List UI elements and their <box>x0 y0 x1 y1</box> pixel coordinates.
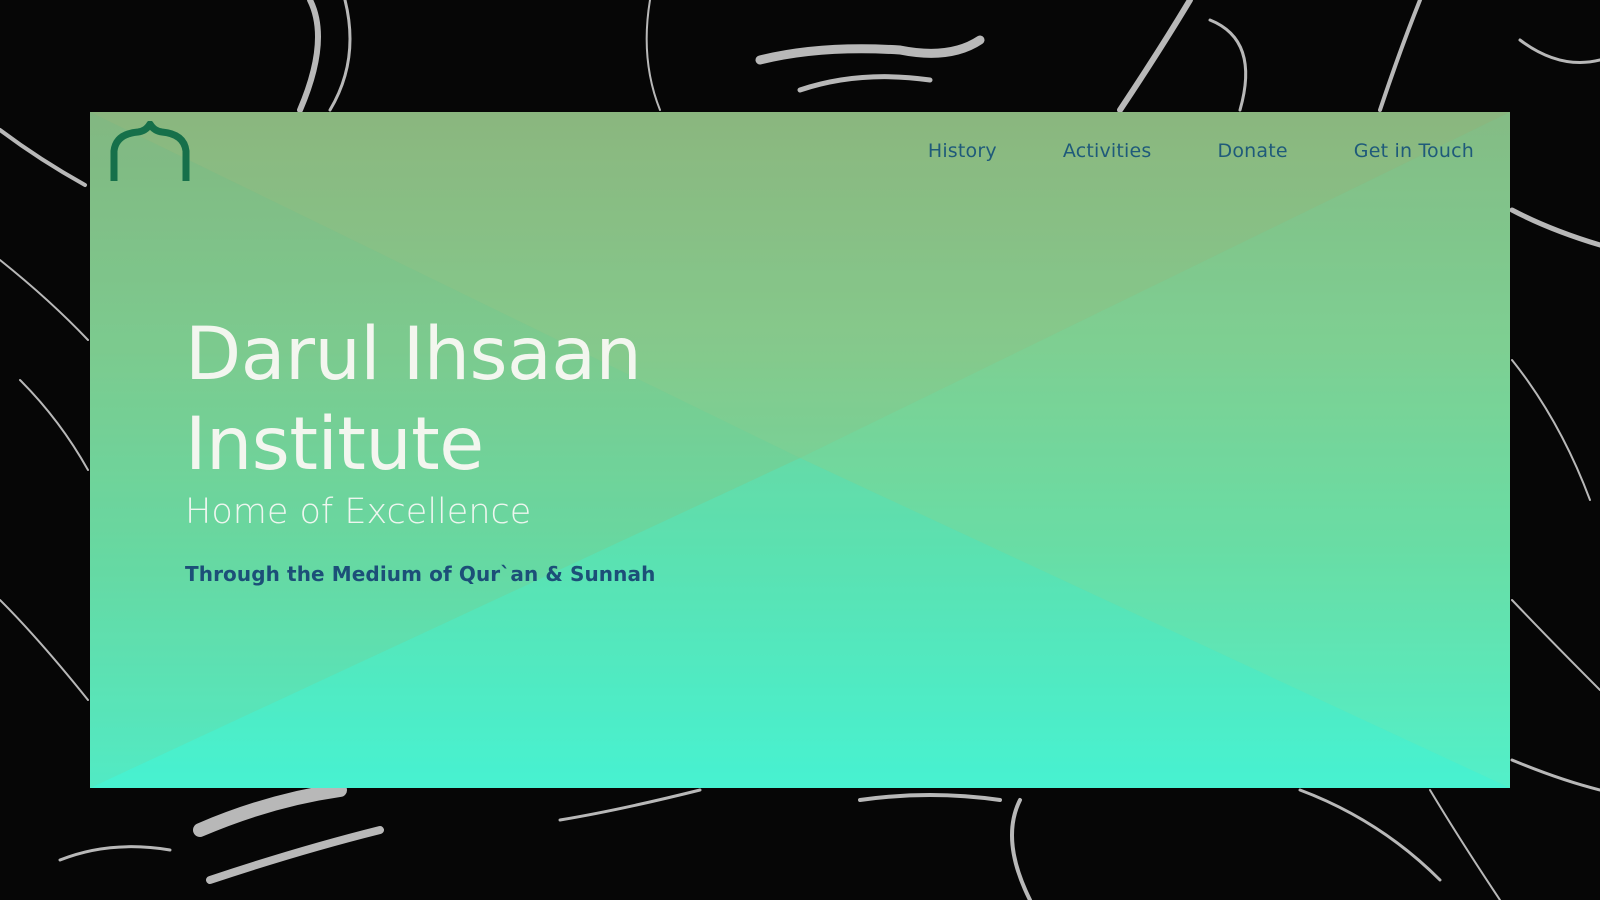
nav-item-get-in-touch[interactable]: Get in Touch <box>1354 140 1474 162</box>
hero-card: History Activities Donate Get in Touch D… <box>90 112 1510 788</box>
nav-item-donate[interactable]: Donate <box>1218 140 1288 162</box>
hero-section: Darul Ihsaan Institute Home of Excellenc… <box>185 310 655 586</box>
page-title: Darul Ihsaan Institute <box>185 310 655 490</box>
hero-subtitle: Home of Excellence <box>185 492 532 532</box>
title-line-1: Darul Ihsaan <box>185 312 642 397</box>
nav-item-activities[interactable]: Activities <box>1063 140 1152 162</box>
nav-item-history[interactable]: History <box>928 140 997 162</box>
main-navigation: History Activities Donate Get in Touch <box>928 140 1474 162</box>
hero-tagline: Through the Medium of Qur`an & Sunnah <box>185 562 656 586</box>
mosque-arch-icon[interactable] <box>108 121 192 185</box>
title-line-2: Institute <box>185 402 484 487</box>
